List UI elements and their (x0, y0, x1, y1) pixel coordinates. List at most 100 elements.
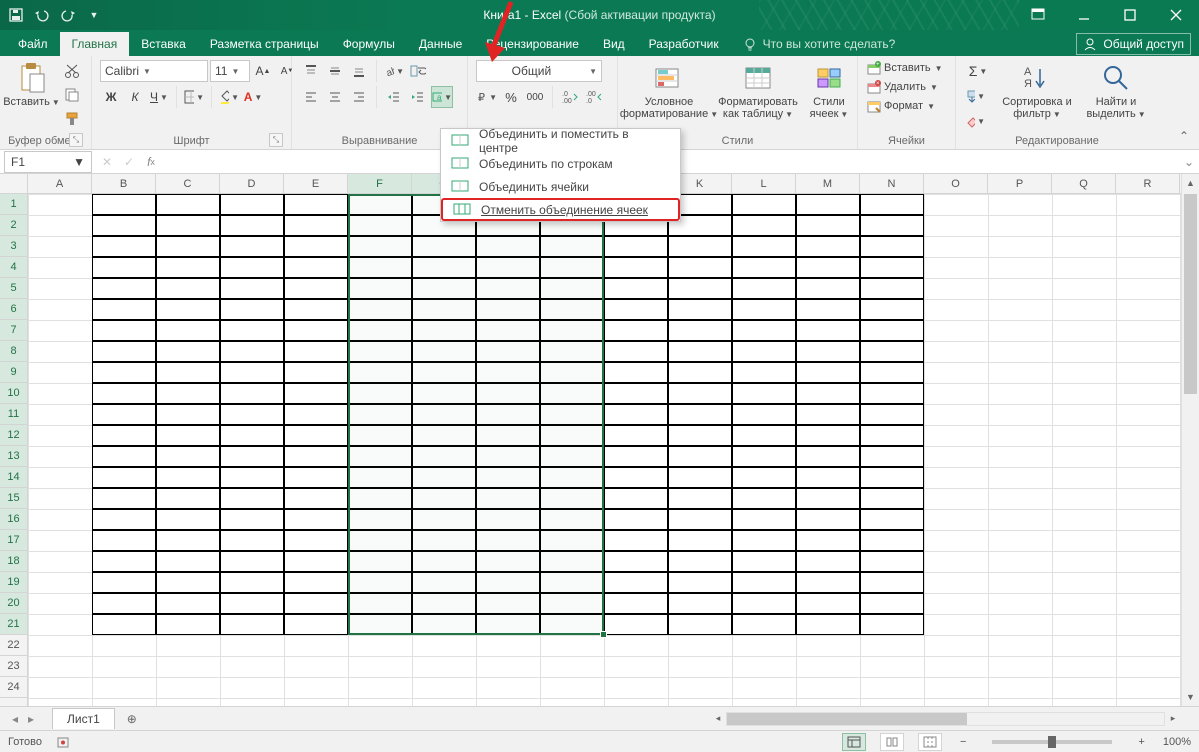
minimize-button[interactable] (1061, 0, 1107, 30)
align-bottom-button[interactable] (348, 60, 370, 82)
borders-button[interactable]: ▼ (183, 86, 205, 108)
merge-menu-item[interactable]: Объединить ячейки (441, 175, 680, 198)
font-name-combo[interactable]: Calibri▼ (100, 60, 208, 82)
row-header[interactable]: 4 (0, 257, 27, 278)
column-header[interactable]: L (732, 174, 796, 193)
tab-вставка[interactable]: Вставка (129, 32, 198, 56)
merge-menu-item[interactable]: Отменить объединение ячеек (441, 198, 680, 221)
bold-button[interactable]: Ж (100, 86, 122, 108)
zoom-slider[interactable] (992, 740, 1112, 744)
accounting-button[interactable]: ₽▼ (476, 86, 498, 108)
expand-formula-bar-button[interactable]: ⌄ (1179, 155, 1199, 169)
orientation-button[interactable]: ab▼ (383, 60, 405, 82)
delete-cells-button[interactable]: ×Удалить▼ (866, 79, 938, 95)
dialog-launcher-icon[interactable]: ⤡ (269, 133, 283, 147)
column-header[interactable]: D (220, 174, 284, 193)
row-header[interactable]: 3 (0, 236, 27, 257)
italic-button[interactable]: К (124, 86, 146, 108)
decrease-indent-button[interactable] (383, 86, 405, 108)
save-icon[interactable] (8, 7, 24, 23)
qat-customize-icon[interactable]: ▼ (86, 7, 102, 23)
redo-icon[interactable] (60, 7, 76, 23)
merge-menu-item[interactable]: Объединить по строкам (441, 152, 680, 175)
row-header[interactable]: 1 (0, 194, 27, 215)
name-box[interactable]: F1▼ (4, 151, 92, 173)
row-header[interactable]: 11 (0, 404, 27, 425)
row-header[interactable]: 21 (0, 614, 27, 635)
wrap-text-button[interactable] (407, 60, 429, 82)
zoom-level[interactable]: 100% (1163, 736, 1191, 748)
tab-главная[interactable]: Главная (60, 32, 130, 56)
format-painter-button[interactable] (61, 108, 83, 130)
undo-icon[interactable] (34, 7, 50, 23)
row-header[interactable]: 10 (0, 383, 27, 404)
column-header[interactable]: F (348, 174, 412, 193)
insert-function-button[interactable]: fx (140, 151, 162, 173)
tab-рецензирование[interactable]: Рецензирование (474, 32, 591, 56)
share-button[interactable]: Общий доступ (1076, 33, 1191, 55)
number-format-combo[interactable]: ..Общий▼ (476, 60, 602, 82)
percent-button[interactable]: % (500, 86, 522, 108)
conditional-formatting-button[interactable]: Условное форматирование▼ (626, 60, 712, 123)
vertical-scrollbar[interactable]: ▲ ▼ (1181, 174, 1199, 706)
row-header[interactable]: 2 (0, 215, 27, 236)
insert-cells-button[interactable]: +Вставить▼ (866, 60, 943, 76)
grow-font-button[interactable]: A▲ (252, 60, 274, 82)
column-header[interactable]: O (924, 174, 988, 193)
tell-me[interactable]: Что вы хотите сделать? (743, 37, 896, 56)
tab-разметка страницы[interactable]: Разметка страницы (198, 32, 331, 56)
increase-indent-button[interactable] (407, 86, 429, 108)
fill-color-button[interactable]: ▼ (218, 86, 240, 108)
cells-area[interactable] (28, 194, 1181, 706)
cancel-formula-button[interactable]: ✕ (96, 151, 118, 173)
row-header[interactable]: 24 (0, 677, 27, 698)
align-middle-button[interactable] (324, 60, 346, 82)
column-header[interactable]: C (156, 174, 220, 193)
find-select-button[interactable]: Найти и выделить▼ (1082, 60, 1150, 123)
format-cells-button[interactable]: Формат▼ (866, 98, 935, 114)
ribbon-options-icon[interactable] (1015, 0, 1061, 30)
maximize-button[interactable] (1107, 0, 1153, 30)
row-headers[interactable]: 123456789101112131415161718192021222324 (0, 194, 28, 706)
tab-разработчик[interactable]: Разработчик (637, 32, 731, 56)
column-header[interactable]: N (860, 174, 924, 193)
sheet-tab[interactable]: Лист1 (52, 708, 115, 729)
decrease-decimal-button[interactable]: .00.0 (583, 86, 605, 108)
column-header[interactable]: B (92, 174, 156, 193)
new-sheet-button[interactable]: ⊕ (121, 708, 143, 730)
collapse-ribbon-button[interactable]: ⌃ (1175, 127, 1193, 145)
row-header[interactable]: 17 (0, 530, 27, 551)
tab-вид[interactable]: Вид (591, 32, 637, 56)
align-center-button[interactable] (324, 86, 346, 108)
sheet-nav[interactable]: ◂▸ (0, 712, 46, 726)
tab-данные[interactable]: Данные (407, 32, 474, 56)
autosum-button[interactable]: Σ▼ (964, 60, 992, 82)
cut-button[interactable] (61, 60, 83, 82)
increase-decimal-button[interactable]: .0.00 (559, 86, 581, 108)
tab-файл[interactable]: Файл (6, 32, 60, 56)
row-header[interactable]: 22 (0, 635, 27, 656)
scrollbar-thumb[interactable] (1184, 194, 1197, 394)
row-header[interactable]: 23 (0, 656, 27, 677)
tab-формулы[interactable]: Формулы (331, 32, 407, 56)
row-header[interactable]: 8 (0, 341, 27, 362)
fill-button[interactable]: ▼ (964, 85, 986, 107)
merge-center-button[interactable]: a▼ (431, 86, 453, 108)
align-top-button[interactable] (300, 60, 322, 82)
page-break-view-button[interactable] (918, 733, 942, 751)
row-header[interactable]: 9 (0, 362, 27, 383)
format-as-table-button[interactable]: Форматировать как таблицу▼ (718, 60, 798, 123)
close-button[interactable] (1153, 0, 1199, 30)
horizontal-scrollbar[interactable]: ◂▸ (710, 710, 1181, 727)
copy-button[interactable] (61, 84, 83, 106)
zoom-in-button[interactable]: + (1134, 736, 1148, 748)
normal-view-button[interactable] (842, 733, 866, 751)
row-header[interactable]: 7 (0, 320, 27, 341)
merge-menu-item[interactable]: Объединить и поместить в центре (441, 129, 680, 152)
row-header[interactable]: 16 (0, 509, 27, 530)
column-header[interactable]: R (1116, 174, 1180, 193)
row-header[interactable]: 14 (0, 467, 27, 488)
row-header[interactable]: 5 (0, 278, 27, 299)
select-all-button[interactable] (0, 174, 28, 194)
column-header[interactable]: E (284, 174, 348, 193)
